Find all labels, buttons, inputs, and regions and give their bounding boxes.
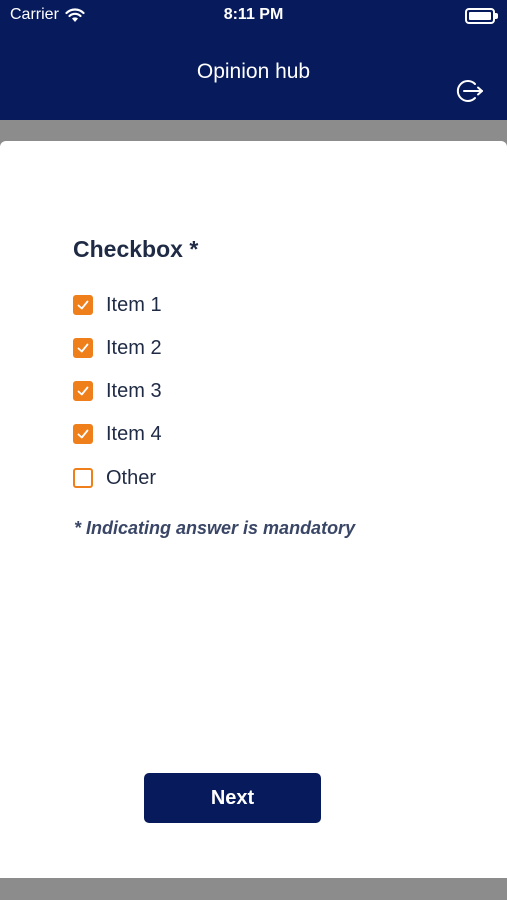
checkbox-option-item-1[interactable]: Item 1 (73, 292, 162, 318)
checkbox-option-item-3[interactable]: Item 3 (73, 378, 162, 404)
clock: 8:11 PM (223, 6, 284, 23)
option-label: Other (106, 466, 157, 489)
navigation-bar: Carrier 8:11 PM Opinion hub (0, 0, 507, 120)
checkbox-checked-icon[interactable] (73, 381, 93, 401)
checkbox-option-item-4[interactable]: Item 4 (73, 421, 162, 447)
checkbox-option-item-2[interactable]: Item 2 (73, 335, 162, 361)
status-bar: Carrier 8:11 PM (0, 0, 507, 30)
survey-card: Checkbox * Item 1 Item 2 Item 3 Item 4 O… (0, 141, 507, 878)
option-label: Item 4 (106, 422, 162, 445)
battery-icon (465, 8, 498, 24)
checkbox-checked-icon[interactable] (73, 338, 93, 358)
page-title: Opinion hub (196, 60, 311, 83)
checkbox-option-other[interactable]: Other (73, 465, 156, 491)
checkbox-unchecked-icon[interactable] (73, 468, 93, 488)
logout-icon[interactable] (456, 77, 486, 105)
option-label: Item 2 (106, 336, 162, 359)
next-button[interactable]: Next (144, 773, 321, 823)
checkbox-checked-icon[interactable] (73, 424, 93, 444)
mandatory-note: * Indicating answer is mandatory (74, 518, 356, 538)
checkbox-checked-icon[interactable] (73, 295, 93, 315)
option-label: Item 1 (106, 293, 162, 316)
question-title: Checkbox * (73, 236, 199, 262)
option-label: Item 3 (106, 379, 162, 402)
